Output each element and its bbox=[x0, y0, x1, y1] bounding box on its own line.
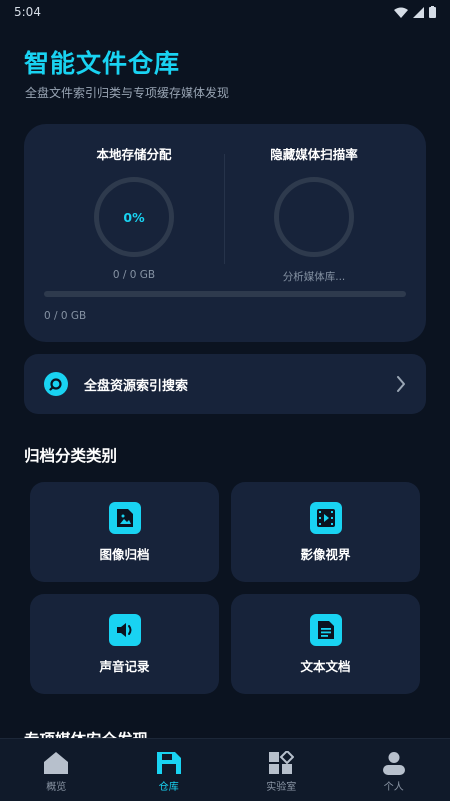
storage-summary-card: 本地存储分配 0% 0 / 0 GB 隐藏媒体扫描率 分析媒体库... 0 / … bbox=[24, 124, 426, 342]
person-icon bbox=[382, 752, 405, 775]
search-icon bbox=[44, 372, 68, 396]
status-bar: 5:04 bbox=[0, 0, 450, 24]
categories-section-title: 归档分类类别 bbox=[24, 447, 118, 465]
wifi-icon bbox=[394, 7, 408, 18]
storage-icon bbox=[156, 752, 181, 774]
nav-item-profile[interactable]: 个人 bbox=[338, 739, 450, 801]
status-icons bbox=[394, 6, 436, 18]
category-label: 文本文档 bbox=[300, 658, 351, 674]
status-time: 5:04 bbox=[14, 5, 41, 19]
page-subtitle: 全盘文件索引归类与专项缓存媒体发现 bbox=[25, 86, 230, 100]
battery-icon bbox=[429, 6, 436, 18]
local-storage-percent: 0% bbox=[123, 209, 145, 225]
page-title: 智能文件仓库 bbox=[24, 49, 181, 78]
hidden-media-caption: 分析媒体库... bbox=[282, 271, 346, 283]
category-tile-audio[interactable]: 声音记录 bbox=[30, 594, 219, 694]
search-label: 全盘资源索引搜索 bbox=[84, 378, 189, 394]
category-tile-videos[interactable]: 影像视界 bbox=[231, 482, 420, 582]
hidden-media-gauge: 隐藏媒体扫描率 分析媒体库... bbox=[224, 144, 404, 284]
storage-progress-bar bbox=[44, 291, 406, 297]
local-storage-title: 本地存储分配 bbox=[96, 147, 172, 162]
home-icon bbox=[44, 752, 69, 774]
nav-item-overview[interactable]: 概览 bbox=[0, 739, 113, 801]
nav-item-storage[interactable]: 仓库 bbox=[113, 739, 226, 801]
category-tile-images[interactable]: 图像归档 bbox=[30, 482, 219, 582]
category-tile-documents[interactable]: 文本文档 bbox=[231, 594, 420, 694]
nav-label: 实验室 bbox=[266, 782, 297, 793]
image-file-icon bbox=[108, 501, 141, 534]
nav-label: 个人 bbox=[383, 782, 404, 793]
nav-label: 概览 bbox=[46, 782, 67, 793]
speaker-icon bbox=[108, 613, 141, 646]
document-icon bbox=[309, 613, 342, 646]
lab-grid-icon bbox=[269, 751, 295, 774]
storage-progress-caption: 0 / 0 GB bbox=[44, 310, 87, 322]
category-label: 声音记录 bbox=[99, 658, 150, 674]
nav-item-lab[interactable]: 实验室 bbox=[225, 739, 338, 801]
bottom-navigation: 概览 仓库 实验室 个人 bbox=[0, 738, 450, 801]
global-search-button[interactable]: 全盘资源索引搜索 bbox=[24, 354, 426, 414]
hidden-media-title: 隐藏媒体扫描率 bbox=[270, 147, 358, 162]
nav-label: 仓库 bbox=[158, 782, 179, 793]
chevron-right-icon bbox=[397, 376, 405, 392]
local-storage-gauge: 本地存储分配 0% 0 / 0 GB bbox=[44, 144, 224, 281]
local-storage-caption: 0 / 0 GB bbox=[112, 269, 156, 281]
hidden-media-ring bbox=[274, 177, 354, 257]
local-storage-ring: 0% bbox=[94, 177, 174, 257]
category-label: 影像视界 bbox=[300, 546, 351, 562]
video-film-icon bbox=[309, 501, 342, 534]
signal-icon bbox=[413, 6, 424, 18]
category-label: 图像归档 bbox=[99, 546, 150, 562]
